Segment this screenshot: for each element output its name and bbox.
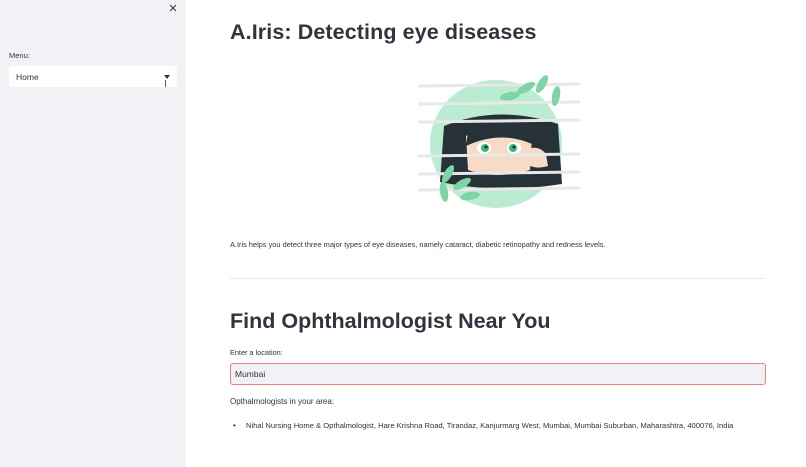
sidebar: × Menu: Home I <box>0 0 186 467</box>
location-input-label: Enter a location: <box>230 348 283 357</box>
eye-illustration <box>418 75 580 208</box>
text-cursor-icon: I <box>164 79 167 90</box>
location-input[interactable] <box>230 363 766 385</box>
finder-heading: Find Ophthalmologist Near You <box>230 309 551 333</box>
results-list: • Nihal Nursing Home & Opthalmologist, Ha… <box>230 419 766 432</box>
main-content: A.Iris: Detecting eye diseases A.Iris he… <box>186 0 806 467</box>
bullet-icon: • <box>233 421 236 430</box>
menu-select-value: Home <box>16 72 39 82</box>
menu-label: Menu: <box>9 51 30 60</box>
close-sidebar-button[interactable]: × <box>166 1 180 17</box>
list-item: • Nihal Nursing Home & Opthalmologist, Ha… <box>230 419 766 432</box>
intro-text: A.Iris helps you detect three major type… <box>230 240 606 249</box>
result-text: Nihal Nursing Home & Opthalmologist, Har… <box>246 421 734 430</box>
results-label: Opthalmologists in your area: <box>230 397 335 406</box>
menu-select[interactable]: Home <box>9 66 177 87</box>
divider <box>230 278 766 279</box>
page-title: A.Iris: Detecting eye diseases <box>230 20 537 44</box>
